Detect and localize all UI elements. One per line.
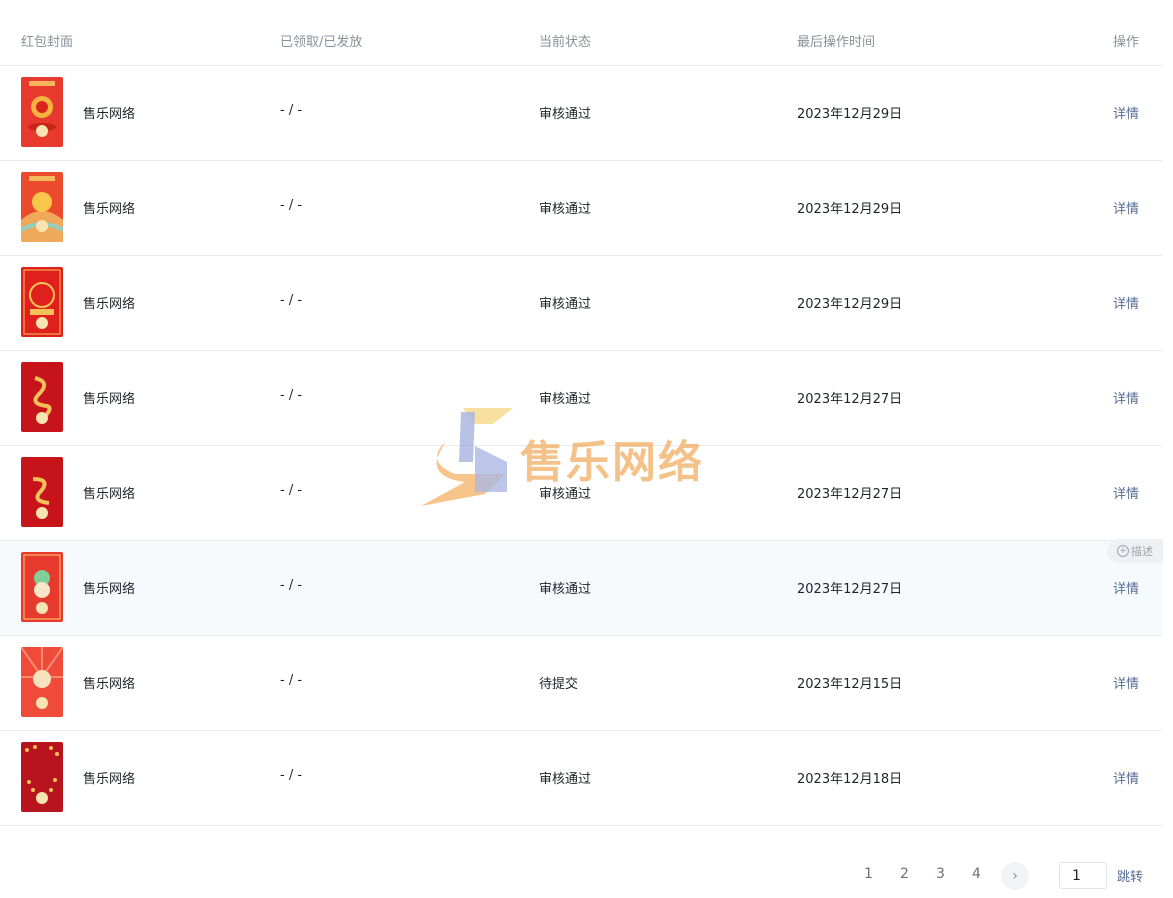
cover-thumbnail [21,742,63,812]
table-row: 售乐网络 - / - 审核通过 2023年12月27日 详情 [0,541,1162,636]
page-4[interactable]: 4 [972,866,981,882]
detail-link[interactable]: 详情 [1113,768,1139,787]
cover-name: 售乐网络 [83,677,136,692]
header-status: 当前状态 [539,35,592,50]
pagination: 1 2 3 4 › 跳转 [0,862,1173,890]
cover-thumbnail [21,457,63,527]
status-text: 审核通过 [539,772,592,787]
cover-name: 售乐网络 [83,582,136,597]
table-row: 售乐网络 - / - 审核通过 2023年12月27日 详情 [0,351,1162,446]
detail-link[interactable]: 详情 [1113,103,1139,122]
last-operation-time: 2023年12月15日 [797,677,903,692]
last-operation-time: 2023年12月29日 [797,202,903,217]
last-operation-time: 2023年12月27日 [797,487,903,502]
claimed-issued: - / - [280,293,303,308]
table-row: 售乐网络 - / - 审核通过 2023年12月27日 详情 [0,446,1162,541]
table-row: 售乐网络 - / - 审核通过 2023年12月18日 详情 [0,731,1162,826]
cover-thumbnail [21,77,63,147]
last-operation-time: 2023年12月27日 [797,582,903,597]
cover-name: 售乐网络 [83,392,136,407]
red-packet-cover-table: 红包封面 已领取/已发放 当前状态 最后操作时间 操作 售乐网络 - / - 审… [0,0,1162,826]
page-3[interactable]: 3 [936,866,945,882]
detail-link[interactable]: 详情 [1113,483,1139,502]
detail-link[interactable]: 详情 [1113,673,1139,692]
describe-button[interactable]: + 描述 [1107,539,1163,563]
header-cover: 红包封面 [21,35,74,50]
table-row: 售乐网络 - / - 审核通过 2023年12月29日 详情 [0,66,1162,161]
status-text: 审核通过 [539,107,592,122]
table-row: 售乐网络 - / - 审核通过 2023年12月29日 详情 [0,256,1162,351]
header-action: 操作 [1113,35,1140,50]
detail-link[interactable]: 详情 [1113,293,1139,312]
header-count: 已领取/已发放 [280,35,363,50]
claimed-issued: - / - [280,198,303,213]
claimed-issued: - / - [280,483,303,498]
cover-thumbnail [21,552,63,622]
describe-label: 描述 [1131,545,1153,558]
table-header: 红包封面 已领取/已发放 当前状态 最后操作时间 操作 [0,0,1162,66]
table-row: 售乐网络 - / - 待提交 2023年12月15日 详情 [0,636,1162,731]
cover-thumbnail [21,647,63,717]
claimed-issued: - / - [280,673,303,688]
detail-link[interactable]: 详情 [1113,578,1139,597]
status-text: 审核通过 [539,297,592,312]
status-text: 审核通过 [539,582,592,597]
status-text: 审核通过 [539,487,592,502]
page-1[interactable]: 1 [864,866,873,882]
claimed-issued: - / - [280,578,303,593]
status-text: 审核通过 [539,392,592,407]
page-jump-input[interactable] [1059,862,1107,889]
chevron-right-icon: › [1012,868,1018,884]
cover-name: 售乐网络 [83,772,136,787]
cover-name: 售乐网络 [83,202,136,217]
claimed-issued: - / - [280,768,303,783]
plus-circle-icon: + [1117,545,1129,557]
detail-link[interactable]: 详情 [1113,198,1139,217]
status-text: 待提交 [539,677,579,692]
header-time: 最后操作时间 [797,35,876,50]
last-operation-time: 2023年12月27日 [797,392,903,407]
jump-button[interactable]: 跳转 [1117,866,1143,885]
last-operation-time: 2023年12月29日 [797,297,903,312]
cover-name: 售乐网络 [83,107,136,122]
claimed-issued: - / - [280,103,303,118]
cover-thumbnail [21,267,63,337]
table-row: 售乐网络 - / - 审核通过 2023年12月29日 详情 [0,161,1162,256]
next-page-button[interactable]: › [1001,862,1029,890]
cover-name: 售乐网络 [83,487,136,502]
cover-name: 售乐网络 [83,297,136,312]
last-operation-time: 2023年12月18日 [797,772,903,787]
last-operation-time: 2023年12月29日 [797,107,903,122]
page-2[interactable]: 2 [900,866,909,882]
cover-thumbnail [21,172,63,242]
detail-link[interactable]: 详情 [1113,388,1139,407]
cover-thumbnail [21,362,63,432]
status-text: 审核通过 [539,202,592,217]
claimed-issued: - / - [280,388,303,403]
